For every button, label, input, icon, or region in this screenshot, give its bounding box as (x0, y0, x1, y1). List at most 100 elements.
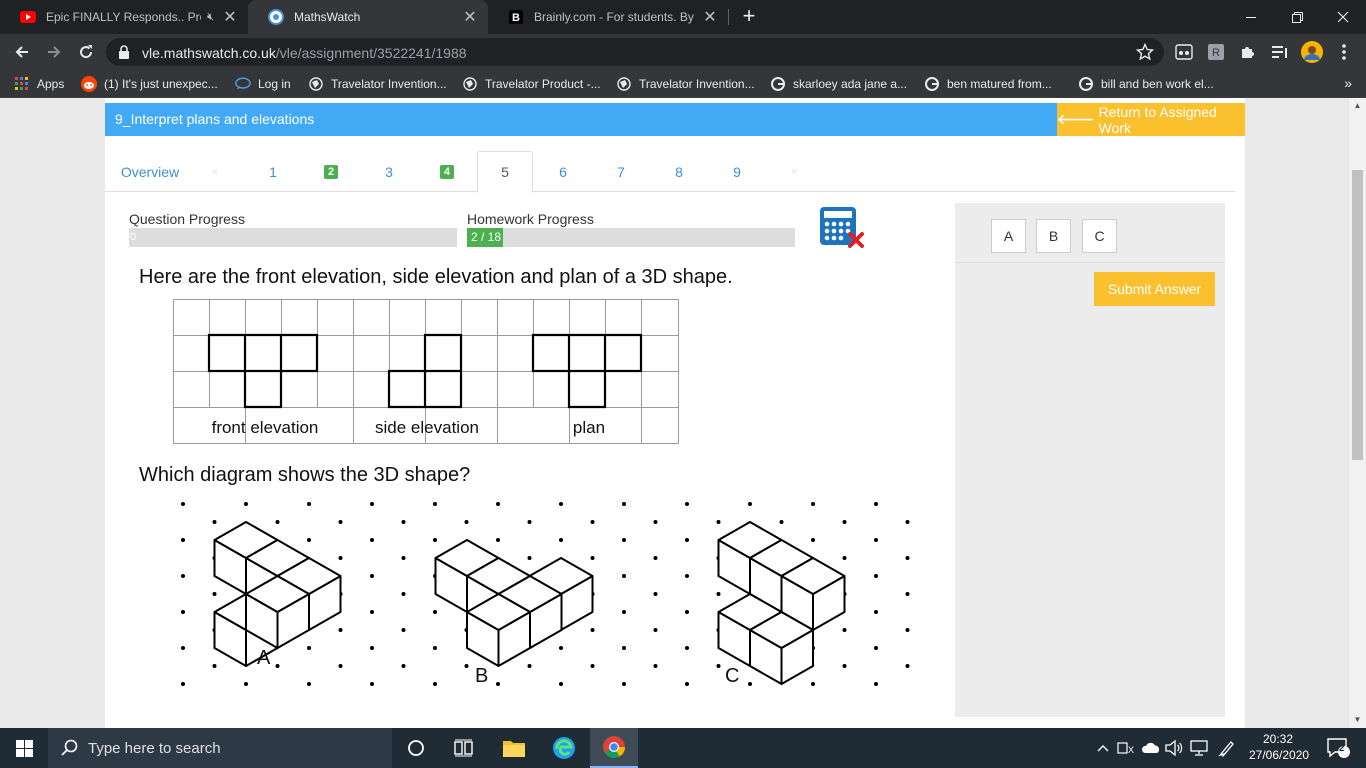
return-to-assigned-work-button[interactable]: 🡐 Return to Assigned Work (1057, 103, 1245, 136)
restore-button[interactable] (1274, 0, 1320, 34)
scrollbar-thumb[interactable] (1352, 170, 1363, 460)
grid-dot (842, 664, 847, 668)
bookmark-bill-and-ben[interactable]: bill and ben work el... (1078, 75, 1214, 93)
answer-choice-a[interactable]: A (991, 219, 1026, 253)
forward-button[interactable] (42, 40, 66, 64)
google-icon (770, 76, 786, 92)
pen-workspace-icon[interactable] (1214, 728, 1240, 768)
minimize-button[interactable] (1228, 0, 1274, 34)
chrome-icon (603, 736, 625, 758)
lock-icon[interactable] (118, 45, 130, 64)
bookmark-travelator-3[interactable]: Travelator Invention... (616, 75, 755, 93)
close-tab-icon[interactable]: ✕ (222, 7, 238, 27)
grid-dot (590, 520, 595, 524)
bookmarks-overflow-button[interactable]: » (1344, 75, 1352, 91)
answer-choice-b[interactable]: B (1036, 219, 1071, 253)
file-explorer-button[interactable] (490, 728, 538, 768)
tab-question-3[interactable]: 3 (360, 151, 418, 192)
grid-dot (244, 502, 248, 506)
grid-dot (307, 646, 311, 650)
tab-brainly[interactable]: B Brainly.com - For students. By stu ✕ (488, 0, 728, 34)
edge-browser-button[interactable] (540, 728, 588, 768)
page-title: 9_Interpret plans and elevations (115, 111, 315, 127)
bookmark-reddit[interactable]: (1) It's just unexpec... (81, 75, 218, 93)
action-center-button[interactable]: 2 (1318, 728, 1358, 768)
tab-mathswatch[interactable]: MathsWatch ✕ (248, 0, 488, 34)
reload-icon (80, 45, 93, 59)
tab-question-8[interactable]: 8 (650, 151, 708, 192)
grid-dot (685, 574, 689, 578)
grid-dot (275, 520, 280, 524)
grid-dot (685, 502, 689, 506)
taskbar-search-box[interactable]: Type here to search (48, 728, 392, 768)
calculator-not-allowed-icon[interactable] (819, 206, 865, 253)
grid-dot (370, 538, 374, 542)
grid-dot (874, 502, 878, 506)
tab-question-7[interactable]: 7 (592, 151, 650, 192)
chrome-taskbar-button[interactable] (590, 728, 638, 768)
next-question-button[interactable]: » (780, 151, 808, 192)
bookmark-skarloey[interactable]: skarloey ada jane a... (770, 75, 907, 93)
grid-dot (559, 682, 563, 686)
task-view-button[interactable] (440, 728, 488, 768)
tab-question-9[interactable]: 9 (708, 151, 766, 192)
scroll-down-arrow-icon[interactable]: ▼ (1349, 712, 1366, 728)
cortana-button[interactable] (392, 728, 440, 768)
reddit-icon (81, 76, 97, 92)
submit-answer-button[interactable]: Submit Answer (1094, 272, 1215, 306)
tab-question-1[interactable]: 1 (244, 151, 302, 192)
tab-youtube[interactable]: Epic FINALLY Responds.. Pro 🔇︎ ✕ (0, 0, 248, 34)
isometric-options-diagram: A B C (181, 502, 910, 687)
windows-start-button[interactable] (0, 728, 48, 768)
network-monitor-icon[interactable] (1188, 728, 1210, 768)
grid-dot (559, 538, 563, 542)
extension-glasses-icon[interactable] (1174, 42, 1194, 62)
bookmark-star-icon[interactable] (1135, 42, 1155, 66)
media-queue-icon[interactable] (1270, 42, 1290, 62)
reload-button[interactable] (74, 40, 98, 64)
address-bar[interactable]: vle.mathswatch.co.uk/vle/assignment/3522… (106, 38, 1164, 66)
bookmark-travelator-1[interactable]: Travelator Invention... (308, 75, 447, 93)
grid-dot (685, 610, 689, 614)
extension-r-icon[interactable]: R (1206, 42, 1226, 62)
prev-question-button[interactable]: « (201, 151, 229, 192)
answer-choice-c[interactable]: C (1082, 219, 1117, 253)
tab-question-5[interactable]: 5 (477, 151, 533, 193)
arrow-left-icon: 🡐 (1057, 111, 1095, 127)
show-hidden-icons-chevron-up-icon[interactable] (1094, 728, 1112, 768)
close-tab-icon[interactable]: ✕ (702, 7, 718, 27)
chrome-menu-icon[interactable] (1334, 42, 1354, 62)
profile-avatar[interactable] (1301, 41, 1323, 63)
bookmark-login[interactable]: Log in (235, 75, 291, 93)
grid-dot (622, 538, 626, 542)
chat-bubble-icon (235, 76, 251, 92)
homework-progress-bar: 2 / 18 (467, 228, 795, 247)
scroll-up-arrow-icon[interactable]: ▲ (1349, 98, 1366, 114)
grid-dot (590, 556, 595, 560)
arrow-right-icon (48, 46, 61, 58)
tab-question-6[interactable]: 6 (534, 151, 592, 192)
back-button[interactable] (10, 40, 34, 64)
grid-dot (559, 502, 563, 506)
onedrive-cloud-icon[interactable] (1140, 728, 1162, 768)
new-tab-button[interactable]: + (737, 4, 761, 28)
tab-question-2[interactable]: 2 (302, 151, 360, 192)
speaker-muted-icon[interactable]: 🔇︎ (207, 11, 214, 24)
extensions-puzzle-icon[interactable] (1238, 42, 1258, 62)
volume-speaker-icon[interactable] (1164, 728, 1184, 768)
grid-dot (716, 664, 721, 668)
grid-dot (433, 538, 437, 542)
grid-dot (401, 664, 406, 668)
language-ime-icon[interactable]: X (1116, 728, 1136, 768)
bookmark-ben-matured[interactable]: ben matured from... (924, 75, 1052, 93)
close-window-button[interactable] (1320, 0, 1366, 34)
page-scrollbar[interactable]: ▲ ▼ (1349, 98, 1366, 728)
close-tab-icon[interactable]: ✕ (462, 7, 478, 27)
grid-dot (338, 520, 343, 524)
tab-question-4[interactable]: 4 (418, 151, 476, 192)
tab-overview[interactable]: Overview (115, 151, 185, 192)
grid-dot (212, 520, 217, 524)
bookmark-apps[interactable]: Apps (14, 75, 64, 93)
bookmark-travelator-2[interactable]: Travelator Product -... (462, 75, 601, 93)
taskbar-clock[interactable]: 20:32 27/06/2020 (1249, 731, 1309, 763)
